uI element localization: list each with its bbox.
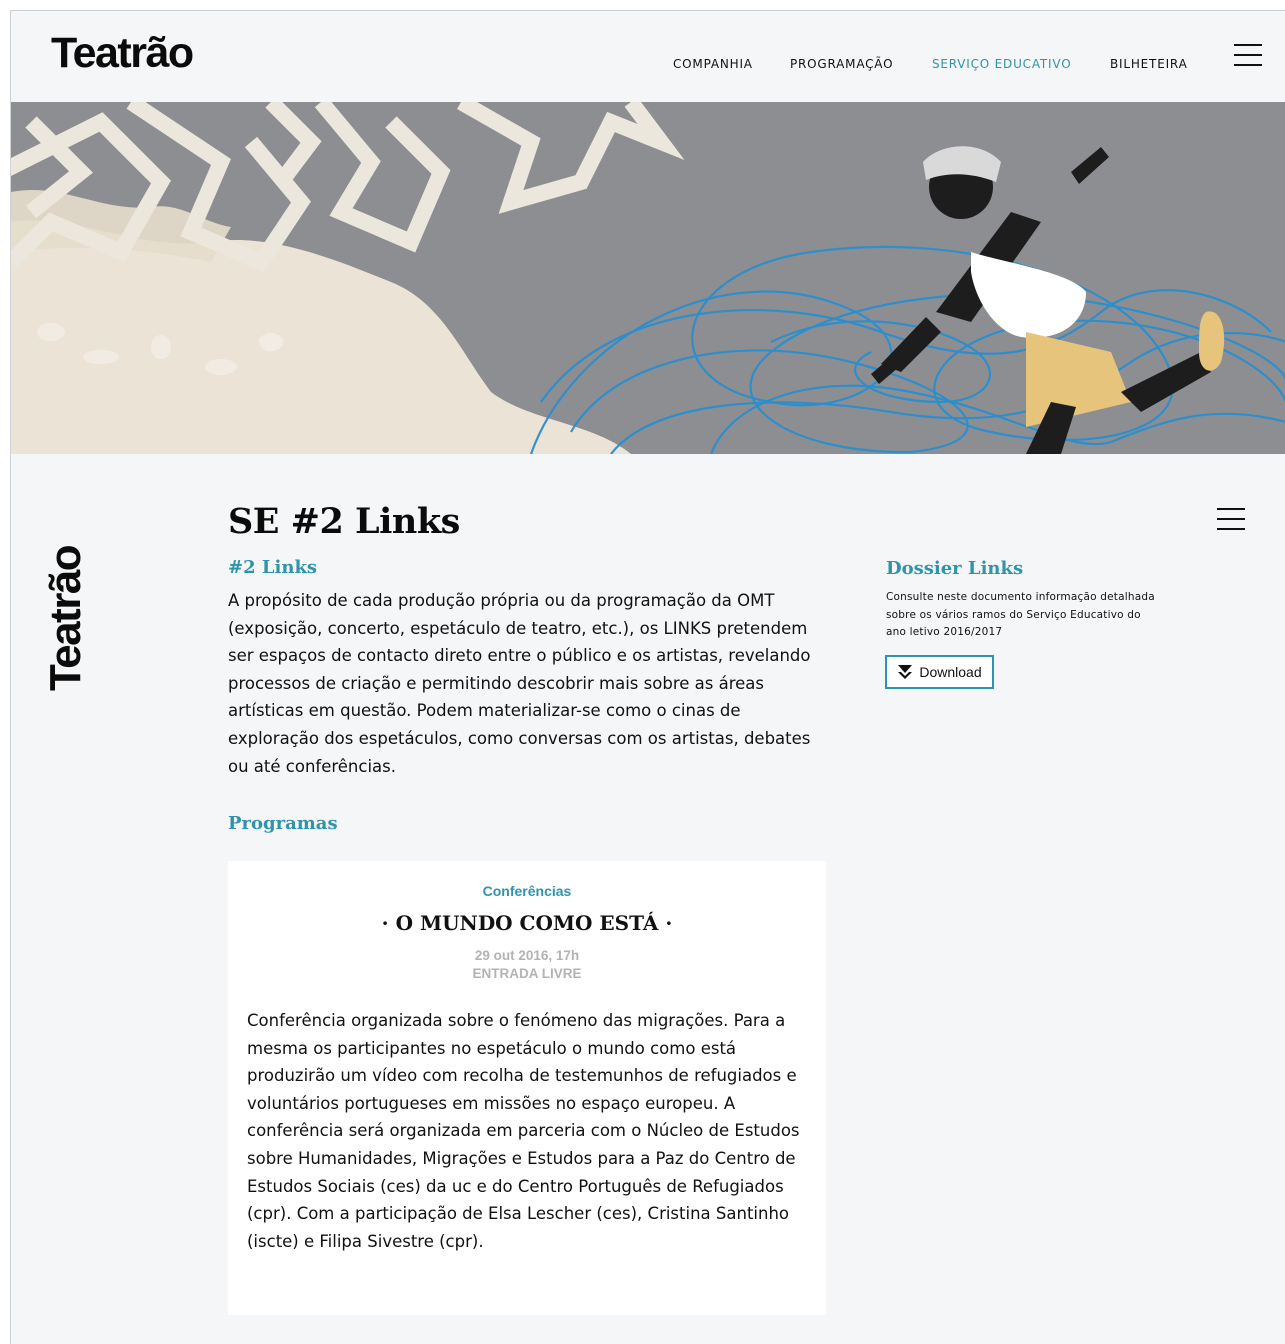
- program-title: · O MUNDO COMO ESTÁ ·: [381, 911, 673, 935]
- site-header: Teatrão COMPANHIA PROGRAMAÇÃO SERVIÇO ED…: [11, 11, 1285, 102]
- nav-item-bilheteira[interactable]: BILHETEIRA: [1110, 57, 1188, 71]
- download-label: Download: [919, 664, 982, 680]
- intro-text: A propósito de cada produção própria ou …: [228, 591, 811, 776]
- dossier-heading: Dossier Links: [886, 558, 1024, 579]
- page-frame: Teatrão COMPANHIA PROGRAMAÇÃO SERVIÇO ED…: [10, 10, 1285, 1344]
- download-chevron-icon: [898, 665, 913, 679]
- program-description: Conferência organizada sobre o fenómeno …: [247, 1011, 800, 1251]
- program-card[interactable]: Conferências · O MUNDO COMO ESTÁ · 29 ou…: [228, 861, 826, 1315]
- program-category: Conferências: [482, 883, 572, 899]
- nav-item-programacao[interactable]: PROGRAMAÇÃO: [790, 57, 893, 71]
- hero-illustration: [11, 102, 1285, 454]
- menu-icon[interactable]: [1234, 44, 1262, 66]
- vertical-logo: Teatrão: [41, 545, 90, 691]
- site-logo[interactable]: Teatrão: [51, 29, 194, 78]
- download-button[interactable]: Download: [885, 655, 994, 689]
- nav-item-servico-educativo[interactable]: SERVIÇO EDUCATIVO: [932, 57, 1071, 71]
- nav-item-companhia[interactable]: COMPANHIA: [673, 57, 753, 71]
- dossier-text: Consulte neste documento informação deta…: [886, 591, 1155, 639]
- programs-heading: Programas: [228, 813, 338, 834]
- menu-icon-secondary[interactable]: [1217, 508, 1245, 530]
- program-entry: ENTRADA LIVRE: [472, 966, 582, 981]
- hero-art: [11, 102, 1285, 454]
- section-subtitle: #2 Links: [228, 557, 318, 578]
- page-title: SE #2 Links: [228, 501, 460, 542]
- program-date: 29 out 2016, 17h: [474, 948, 580, 963]
